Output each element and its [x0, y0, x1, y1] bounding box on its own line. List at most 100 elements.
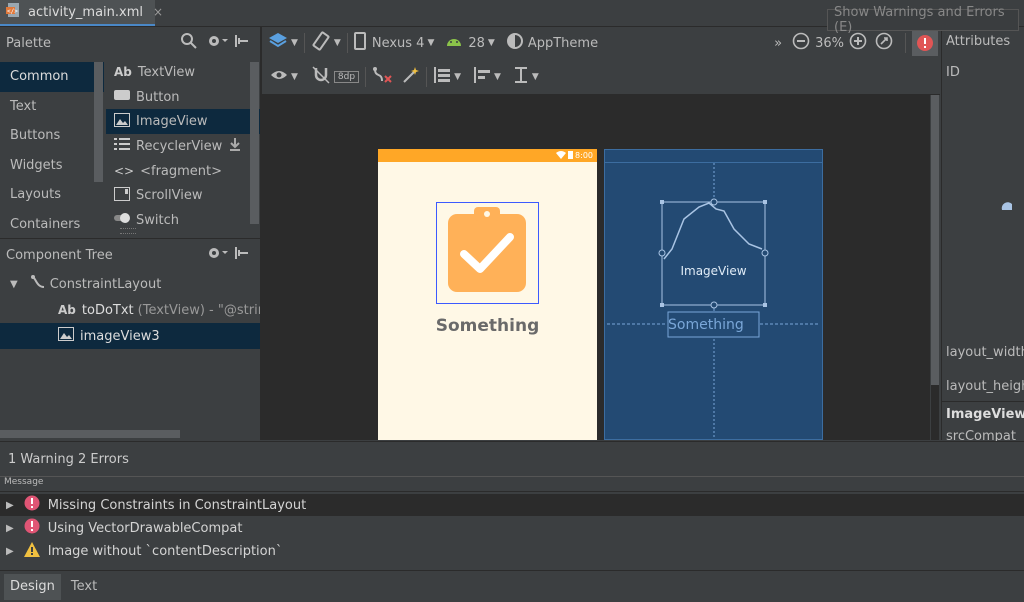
component-tree-header: Component Tree	[0, 238, 260, 271]
search-icon[interactable]	[180, 32, 198, 54]
button-icon	[114, 89, 130, 105]
status-time: 8:00	[575, 151, 593, 160]
chevron-down-icon[interactable]: ▼	[334, 38, 341, 48]
palette-item-button[interactable]: Button	[106, 85, 260, 110]
divider	[426, 67, 428, 87]
layers-icon[interactable]	[268, 32, 288, 54]
theme-icon[interactable]	[506, 33, 523, 53]
problems-summary: 1 Warning 2 Errors	[8, 451, 129, 467]
items-scrollbar[interactable]	[250, 62, 259, 224]
problem-text: Missing Constraints in ConstraintLayout	[47, 497, 307, 513]
zoom-fit-icon[interactable]	[875, 32, 893, 54]
tree-label: ConstraintLayout	[49, 276, 162, 292]
expand-arrow-icon[interactable]: ▶	[6, 546, 14, 557]
download-icon[interactable]	[228, 137, 242, 155]
orientation-icon[interactable]	[311, 31, 331, 55]
chevron-down-icon[interactable]: ▼	[494, 72, 501, 82]
problem-row[interactable]: ▶ Using VectorDrawableCompat	[0, 517, 1024, 539]
code-icon: <>	[114, 164, 135, 179]
problem-row[interactable]: ▶ Image without `contentDescription`	[0, 540, 1024, 562]
image-icon	[114, 112, 130, 131]
canvas-vscrollbar[interactable]	[931, 95, 939, 385]
tree-row-constraintlayout[interactable]: ▼ ConstraintLayout	[0, 271, 260, 297]
chevron-down-icon[interactable]: ▼	[291, 38, 298, 48]
expand-arrow-icon[interactable]: ▶	[6, 523, 14, 534]
hide-panel-icon[interactable]	[234, 33, 250, 53]
eye-icon[interactable]	[270, 69, 288, 85]
wifi-icon	[556, 148, 567, 163]
align-icon[interactable]	[473, 66, 491, 88]
palette-item-scrollview[interactable]: ScrollView	[106, 183, 260, 208]
problem-row[interactable]: ▶ Missing Constraints in ConstraintLayou…	[0, 494, 1024, 516]
tree-gear-icon[interactable]	[206, 245, 228, 265]
error-icon	[24, 518, 40, 538]
warnings-tooltip: Show Warnings and Errors (E)	[827, 5, 1019, 35]
attributes-title: Attributes	[946, 34, 1011, 49]
splitter-handle[interactable]	[120, 228, 136, 234]
tree-hide-icon[interactable]	[234, 245, 250, 265]
expand-arrow-icon[interactable]: ▼	[10, 279, 18, 290]
something-text[interactable]: Something	[378, 316, 597, 336]
more-actions[interactable]: »	[774, 36, 782, 51]
tree-label: toDoTxt	[81, 302, 134, 318]
android-icon[interactable]	[446, 35, 462, 51]
palette-item-imageview[interactable]: ImageView	[106, 109, 260, 135]
guidelines-icon[interactable]	[513, 66, 529, 88]
category-containers[interactable]: Containers	[0, 210, 104, 240]
category-common[interactable]: Common	[0, 62, 104, 92]
chevron-down-icon[interactable]: ▼	[291, 72, 298, 82]
zoom-in-icon[interactable]	[849, 32, 867, 54]
close-tab-icon[interactable]: ×	[153, 5, 163, 19]
tree-row-todotxt[interactable]: Ab toDoTxt (TextView) - "@string	[0, 297, 260, 323]
chevron-down-icon[interactable]: ▼	[427, 38, 434, 48]
constraint-toolbar: ▼ 8dp ▼ ▼ ▼	[262, 60, 940, 95]
category-text[interactable]: Text	[0, 92, 104, 122]
autoconnect-off-icon[interactable]	[312, 66, 330, 88]
attributes-panel: Attributes ID layout_width layout_heigh …	[941, 27, 1024, 444]
category-buttons[interactable]: Buttons	[0, 121, 104, 151]
palette-item-textview[interactable]: Ab TextView	[106, 60, 260, 85]
tree-row-imageview3[interactable]: imageView3	[0, 323, 260, 349]
gear-icon[interactable]	[206, 33, 228, 53]
layout-height-label: layout_heigh	[946, 379, 1024, 394]
error-icon	[24, 495, 40, 515]
phone-icon[interactable]	[353, 32, 366, 54]
pack-icon[interactable]	[433, 66, 451, 88]
category-layouts[interactable]: Layouts	[0, 180, 104, 210]
tab-design[interactable]: Design	[4, 573, 61, 600]
message-column-header: Message	[0, 476, 1024, 492]
problem-text: Using VectorDrawableCompat	[47, 520, 243, 536]
clear-constraints-icon[interactable]	[372, 66, 392, 88]
xml-file-icon: </>	[6, 2, 22, 22]
category-widgets[interactable]: Widgets	[0, 151, 104, 181]
blueprint-imageview-label: ImageView	[680, 264, 747, 278]
device-selector[interactable]: Nexus 4	[372, 36, 425, 51]
constraint-widget-icon[interactable]	[1000, 199, 1012, 214]
palette-title: Palette	[6, 35, 52, 51]
zoom-out-icon[interactable]	[792, 32, 810, 54]
api-selector[interactable]: 28	[468, 36, 485, 51]
chevron-down-icon[interactable]: ▼	[488, 38, 495, 48]
default-margin[interactable]: 8dp	[333, 71, 360, 83]
palette-item-fragment[interactable]: <> <fragment>	[106, 159, 260, 184]
tab-text[interactable]: Text	[65, 574, 103, 600]
zoom-level: 36%	[815, 35, 844, 51]
palette-item-recyclerview[interactable]: RecyclerView	[106, 134, 260, 159]
palette-categories: Common Text Buttons Widgets Layouts Cont…	[0, 62, 104, 239]
theme-selector[interactable]: AppTheme	[528, 36, 598, 51]
imageview-section: ImageView	[946, 407, 1024, 422]
tree-hscrollbar[interactable]	[0, 430, 180, 438]
palette-item-label: Switch	[136, 212, 179, 228]
blueprint-constraints	[607, 163, 820, 437]
blueprint-text-label: Something	[668, 317, 744, 333]
chevron-down-icon[interactable]: ▼	[532, 72, 539, 82]
infer-constraints-icon[interactable]	[402, 66, 420, 88]
palette-header: Palette	[0, 27, 260, 59]
file-tab[interactable]: </> activity_main.xml ×	[0, 0, 163, 26]
palette-item-label: RecyclerView	[136, 138, 223, 154]
layout-width-label: layout_width	[946, 345, 1024, 360]
chevron-down-icon[interactable]: ▼	[454, 72, 461, 82]
battery-icon	[568, 148, 574, 163]
expand-arrow-icon[interactable]: ▶	[6, 500, 14, 511]
categories-scrollbar[interactable]	[94, 62, 103, 182]
